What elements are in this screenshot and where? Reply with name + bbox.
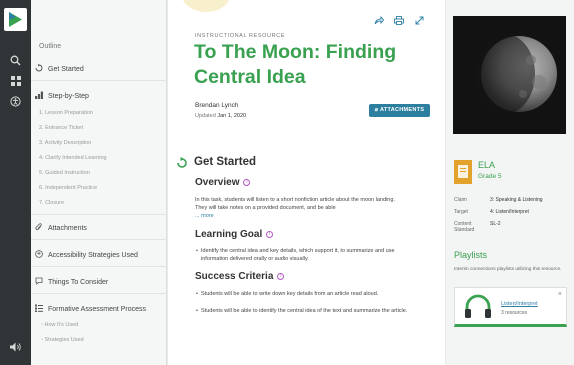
print-icon[interactable]	[394, 16, 404, 27]
divider	[31, 214, 167, 215]
outline-item-things-to-consider[interactable]: Things To Consider	[35, 277, 108, 287]
search-icon[interactable]	[8, 55, 23, 70]
section-title-get-started: Get Started	[194, 156, 256, 168]
divider	[31, 80, 167, 81]
outline-title: Outline	[39, 43, 62, 50]
meta-value: 3: Speaking & Listening	[490, 197, 543, 203]
grade-label: Grade 5	[478, 173, 502, 180]
fap-link-strategies[interactable]: ◦ Strategies Used	[41, 337, 84, 343]
speech-bubble-icon	[35, 277, 43, 287]
step-link-5[interactable]: 5. Guided Instruction	[39, 170, 90, 176]
overview-text: In this task, students will listen to a …	[195, 196, 407, 220]
author-name: Brendan Lynch	[195, 102, 239, 109]
step-link-6[interactable]: 6. Independent Practice	[39, 185, 97, 191]
outline-item-step-by-step[interactable]: Step-by-Step	[35, 91, 89, 101]
success-heading-text: Success Criteria	[195, 271, 274, 282]
outline-panel: Outline Get Started Step-by-Step 1. Less…	[31, 0, 167, 365]
meta-key: Content Standard	[454, 221, 475, 233]
success-bullet-2: Students will be able to identify the ce…	[196, 307, 411, 315]
meta-value: SL-2	[490, 221, 501, 227]
resource-type-label: INSTRUCTIONAL RESOURCE	[195, 33, 286, 39]
updated-value: Jan 1, 2020	[217, 113, 247, 119]
left-rail	[0, 0, 31, 365]
step-link-2[interactable]: 2. Entrance Ticket	[39, 125, 83, 131]
outline-item-label: Things To Consider	[48, 278, 109, 286]
step-link-4[interactable]: 4. Clarify Intended Learning	[39, 155, 107, 161]
info-icon[interactable]: i	[277, 273, 285, 280]
overview-body: In this task, students will listen to a …	[195, 197, 395, 211]
list-icon	[35, 304, 43, 314]
meta-key: Claim	[454, 197, 467, 203]
moon-decoration	[182, 0, 230, 12]
overview-heading-text: Overview	[195, 177, 240, 188]
meta-key: Target	[454, 209, 468, 215]
info-icon[interactable]: i	[243, 179, 251, 186]
step-link-1[interactable]: 1. Lesson Preparation	[39, 110, 93, 116]
step-link-3[interactable]: 3. Activity Description	[39, 140, 91, 146]
overview-heading: Overview i	[195, 177, 251, 188]
meta-value: 4: Listen/Interpret	[490, 209, 529, 215]
accessibility-small-icon	[35, 250, 43, 260]
outline-item-attachments[interactable]: Attachments	[35, 223, 87, 233]
main-content: INSTRUCTIONAL RESOURCE To The Moon: Find…	[168, 0, 445, 365]
share-icon[interactable]	[374, 15, 385, 27]
divider	[31, 266, 167, 267]
fap-link-label: Strategies Used	[44, 337, 84, 343]
close-icon[interactable]: ×	[558, 291, 562, 298]
grid-icon[interactable]	[8, 76, 23, 91]
playlist-name[interactable]: Listen/Interpret	[501, 301, 538, 307]
subject-label: ELA	[478, 160, 496, 170]
fap-link-how-used[interactable]: ◦ How It's Used	[41, 322, 78, 328]
divider	[31, 239, 167, 240]
success-criteria-heading: Success Criteria i	[195, 271, 285, 282]
playlist-count: 3 resources	[501, 310, 528, 316]
outline-item-accessibility[interactable]: Accessibility Strategies Used	[35, 250, 138, 260]
get-started-icon	[35, 64, 43, 74]
playlists-description: Interim connections playlists utilizing …	[454, 267, 562, 272]
get-started-icon	[176, 156, 188, 168]
steps-icon	[35, 91, 43, 101]
updated-prefix: Updated	[195, 113, 216, 119]
outline-item-label: Formative Assessment Process	[48, 305, 147, 313]
outline-item-label: Get Started	[48, 65, 84, 73]
playlists-heading: Playlists	[454, 250, 488, 260]
outline-item-label: Step-by-Step	[48, 92, 89, 100]
attachments-button-label: ATTACHMENTS	[379, 107, 425, 113]
learning-goal-heading-text: Learning Goal	[195, 229, 263, 240]
outline-item-label: Accessibility Strategies Used	[48, 251, 138, 259]
accessibility-icon[interactable]	[8, 96, 23, 111]
app-logo[interactable]	[4, 8, 27, 31]
ela-badge	[454, 160, 472, 184]
moon-image	[453, 16, 566, 134]
updated-date: Updated Jan 1, 2020	[195, 113, 246, 119]
details-panel: ELA Grade 5 Claim 3: Speaking & Listenin…	[446, 0, 574, 365]
paperclip-icon	[35, 223, 43, 233]
divider	[31, 293, 167, 294]
more-link[interactable]: ... more	[195, 213, 214, 219]
expand-icon[interactable]	[415, 16, 424, 27]
learning-goal-bullet: Identify the central idea and key detail…	[196, 247, 411, 263]
audio-icon[interactable]	[8, 342, 23, 357]
outline-item-get-started[interactable]: Get Started	[35, 64, 84, 74]
headphones-icon	[463, 294, 493, 325]
outline-item-label: Attachments	[48, 224, 87, 232]
learning-goal-heading: Learning Goal i	[195, 229, 274, 240]
info-icon[interactable]: i	[266, 231, 274, 238]
playlist-card[interactable]: Listen/Interpret 3 resources ×	[454, 287, 567, 327]
step-link-7[interactable]: 7. Closure	[39, 200, 64, 206]
outline-item-formative-assessment[interactable]: Formative Assessment Process	[35, 304, 146, 314]
attachments-button[interactable]: ⌀ ATTACHMENTS	[369, 104, 430, 117]
success-bullet-1: Students will be able to write down key …	[196, 290, 411, 298]
fap-link-label: How It's Used	[44, 322, 79, 328]
page-title: To The Moon: Finding Central Idea	[194, 41, 397, 88]
